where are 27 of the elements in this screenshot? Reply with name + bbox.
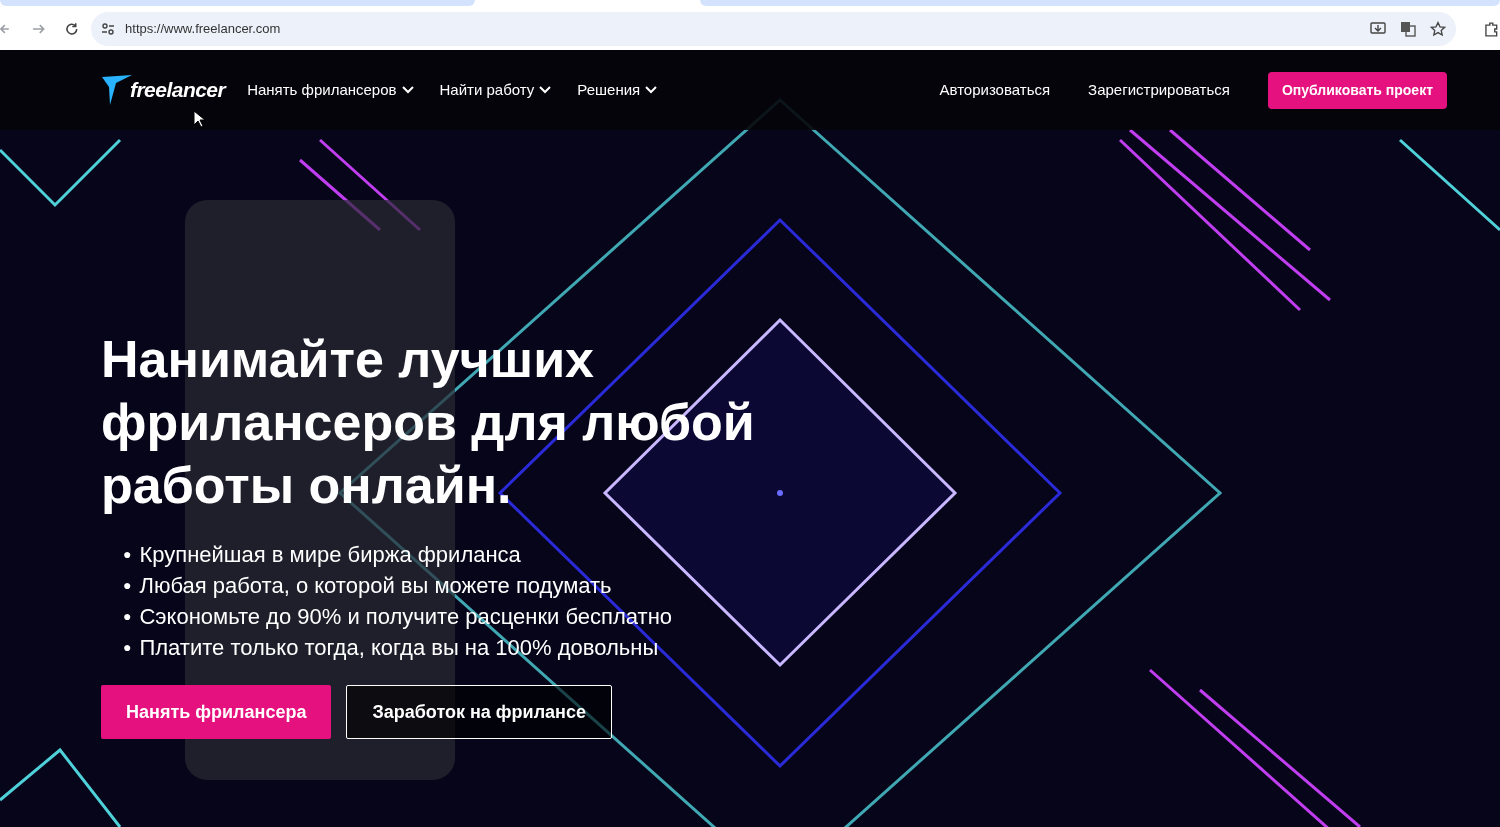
extensions-icon[interactable] bbox=[1484, 21, 1500, 37]
site-settings-icon[interactable] bbox=[101, 22, 116, 36]
reload-icon[interactable] bbox=[65, 22, 80, 36]
bullet-marker: ● bbox=[123, 576, 132, 595]
logo-text[interactable]: freelancer bbox=[130, 74, 226, 106]
bullet-marker: ● bbox=[123, 545, 132, 564]
hire-button[interactable]: Нанять фрилансера bbox=[101, 685, 332, 739]
address-bar[interactable]: https://www.freelancer.com bbox=[91, 12, 1457, 46]
post-project-button[interactable]: Опубликовать проект bbox=[1267, 71, 1447, 109]
bird-logo-icon[interactable] bbox=[102, 75, 132, 105]
install-icon[interactable] bbox=[1370, 21, 1387, 37]
nav-menu[interactable]: Найти работу bbox=[439, 78, 552, 102]
chevron-down-icon bbox=[401, 86, 414, 94]
nav-menu[interactable]: Нанять фрилансеров bbox=[247, 78, 414, 102]
earn-button[interactable]: Заработок на фрилансе bbox=[346, 685, 612, 739]
nav-menu[interactable]: Решения bbox=[577, 78, 658, 102]
chevron-down-icon bbox=[645, 86, 658, 94]
nav-link[interactable]: Зарегистрироваться bbox=[1088, 78, 1230, 102]
bullet-marker: ● bbox=[123, 607, 132, 626]
url-text: https://www.freelancer.com bbox=[125, 20, 281, 39]
chevron-down-icon bbox=[539, 86, 552, 94]
forward-icon[interactable] bbox=[31, 22, 46, 36]
bullet-text: Крупнейшая в мире биржа фриланса bbox=[139, 541, 521, 569]
bullet-marker: ● bbox=[123, 638, 132, 657]
nav-link[interactable]: Авторизоваться bbox=[939, 78, 1051, 102]
back-icon[interactable] bbox=[0, 22, 10, 36]
star-icon[interactable] bbox=[1430, 21, 1447, 37]
